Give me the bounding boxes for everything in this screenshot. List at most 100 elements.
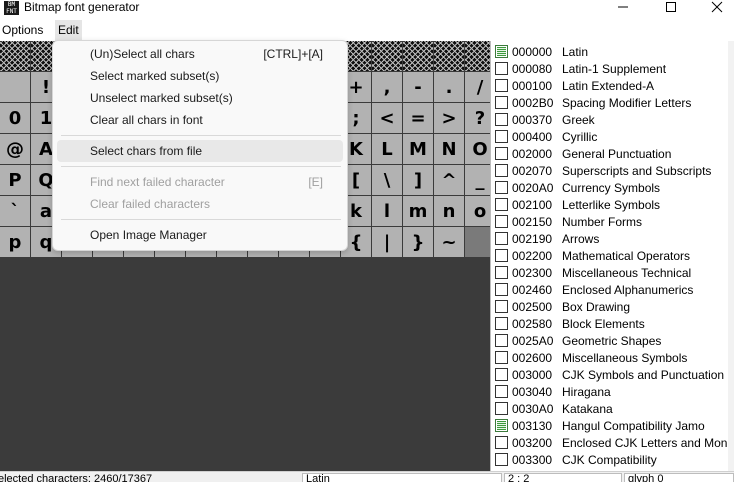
block-checkbox[interactable] [495,45,508,58]
block-row[interactable]: 003040 Hiragana [495,383,734,400]
char-cell[interactable]: P [0,165,30,195]
block-checkbox[interactable] [495,385,508,398]
char-cell-empty[interactable] [0,413,30,443]
char-cell-empty[interactable] [124,258,154,288]
menu-item-find-next-failed[interactable]: Find next failed character [E] [57,171,343,193]
char-cell-empty[interactable] [186,413,216,443]
char-cell[interactable]: N [434,134,464,164]
char-cell[interactable]: o [465,196,490,226]
char-cell-control[interactable] [434,41,464,71]
block-checkbox[interactable] [495,334,508,347]
char-cell[interactable]: = [403,103,433,133]
char-cell-empty[interactable] [155,444,185,471]
char-cell-empty[interactable] [62,320,92,350]
char-cell-empty[interactable] [124,382,154,412]
char-cell-empty[interactable] [186,351,216,381]
char-cell-empty[interactable] [341,258,371,288]
unicode-block-list[interactable]: 000000 Latin 000080 Latin-1 Supplement 00010… [490,41,734,471]
block-row[interactable]: 002070 Superscripts and Subscripts [495,162,734,179]
block-checkbox[interactable] [495,79,508,92]
char-cell-empty[interactable] [0,258,30,288]
char-cell-empty[interactable] [434,320,464,350]
char-cell-empty[interactable] [465,444,490,471]
char-cell-empty[interactable] [217,320,247,350]
char-cell[interactable]: p [0,227,30,257]
char-cell-empty[interactable] [403,382,433,412]
char-cell-empty[interactable] [372,444,402,471]
block-checkbox[interactable] [495,266,508,279]
char-cell[interactable] [465,227,490,257]
block-checkbox[interactable] [495,317,508,330]
char-cell-empty[interactable] [465,289,490,319]
char-cell[interactable]: - [403,72,433,102]
char-cell-empty[interactable] [217,289,247,319]
char-cell-empty[interactable] [465,413,490,443]
block-row[interactable]: 000400 Cyrillic [495,128,734,145]
char-cell[interactable] [0,72,30,102]
char-cell-empty[interactable] [248,444,278,471]
char-cell[interactable]: . [434,72,464,102]
char-cell-empty[interactable] [279,444,309,471]
char-cell-empty[interactable] [155,351,185,381]
char-cell-empty[interactable] [434,382,464,412]
char-cell-empty[interactable] [155,413,185,443]
char-cell-empty[interactable] [31,444,61,471]
char-cell-empty[interactable] [31,258,61,288]
block-row[interactable]: 002190 Arrows [495,230,734,247]
char-cell-empty[interactable] [31,320,61,350]
char-cell[interactable]: 0 [0,103,30,133]
block-row[interactable]: 0020A0 Currency Symbols [495,179,734,196]
block-row[interactable]: 002600 Miscellaneous Symbols [495,349,734,366]
char-cell-empty[interactable] [310,258,340,288]
block-checkbox[interactable] [495,283,508,296]
menu-item-select-marked[interactable]: Select marked subset(s) [57,65,343,87]
list-scrollbar[interactable] [728,41,734,471]
char-cell-empty[interactable] [403,413,433,443]
char-cell[interactable]: } [403,227,433,257]
char-cell-empty[interactable] [372,351,402,381]
block-checkbox[interactable] [495,113,508,126]
char-cell-empty[interactable] [310,289,340,319]
char-cell-empty[interactable] [124,444,154,471]
char-cell-control[interactable] [0,41,30,71]
char-cell[interactable]: ? [465,103,490,133]
char-cell-empty[interactable] [217,413,247,443]
char-cell-empty[interactable] [372,382,402,412]
char-cell[interactable]: ] [403,165,433,195]
char-cell-empty[interactable] [62,258,92,288]
char-cell-empty[interactable] [155,320,185,350]
char-cell-empty[interactable] [217,444,247,471]
block-checkbox[interactable] [495,130,508,143]
block-row[interactable]: 003000 CJK Symbols and Punctuation [495,366,734,383]
block-row[interactable]: 003200 Enclosed CJK Letters and Mon [495,434,734,451]
char-cell-empty[interactable] [93,382,123,412]
char-cell-empty[interactable] [403,320,433,350]
char-cell-empty[interactable] [248,413,278,443]
char-cell-empty[interactable] [279,382,309,412]
char-cell[interactable]: / [465,72,490,102]
char-cell-empty[interactable] [217,351,247,381]
close-button[interactable] [694,0,734,14]
block-checkbox[interactable] [495,351,508,364]
char-cell-empty[interactable] [62,444,92,471]
block-checkbox[interactable] [495,232,508,245]
char-cell[interactable]: ^ [434,165,464,195]
char-cell-empty[interactable] [372,413,402,443]
block-row[interactable]: 000100 Latin Extended-A [495,77,734,94]
char-cell-empty[interactable] [93,258,123,288]
char-cell-empty[interactable] [0,444,30,471]
char-cell-empty[interactable] [248,258,278,288]
char-cell-empty[interactable] [31,351,61,381]
char-cell-empty[interactable] [0,351,30,381]
char-cell-empty[interactable] [279,320,309,350]
char-cell-empty[interactable] [341,382,371,412]
char-cell[interactable]: > [434,103,464,133]
block-checkbox[interactable] [495,300,508,313]
char-cell-empty[interactable] [93,289,123,319]
char-cell-empty[interactable] [465,351,490,381]
char-cell-empty[interactable] [434,351,464,381]
block-checkbox[interactable] [495,198,508,211]
char-cell-empty[interactable] [124,413,154,443]
char-cell-empty[interactable] [279,289,309,319]
char-cell-empty[interactable] [403,289,433,319]
